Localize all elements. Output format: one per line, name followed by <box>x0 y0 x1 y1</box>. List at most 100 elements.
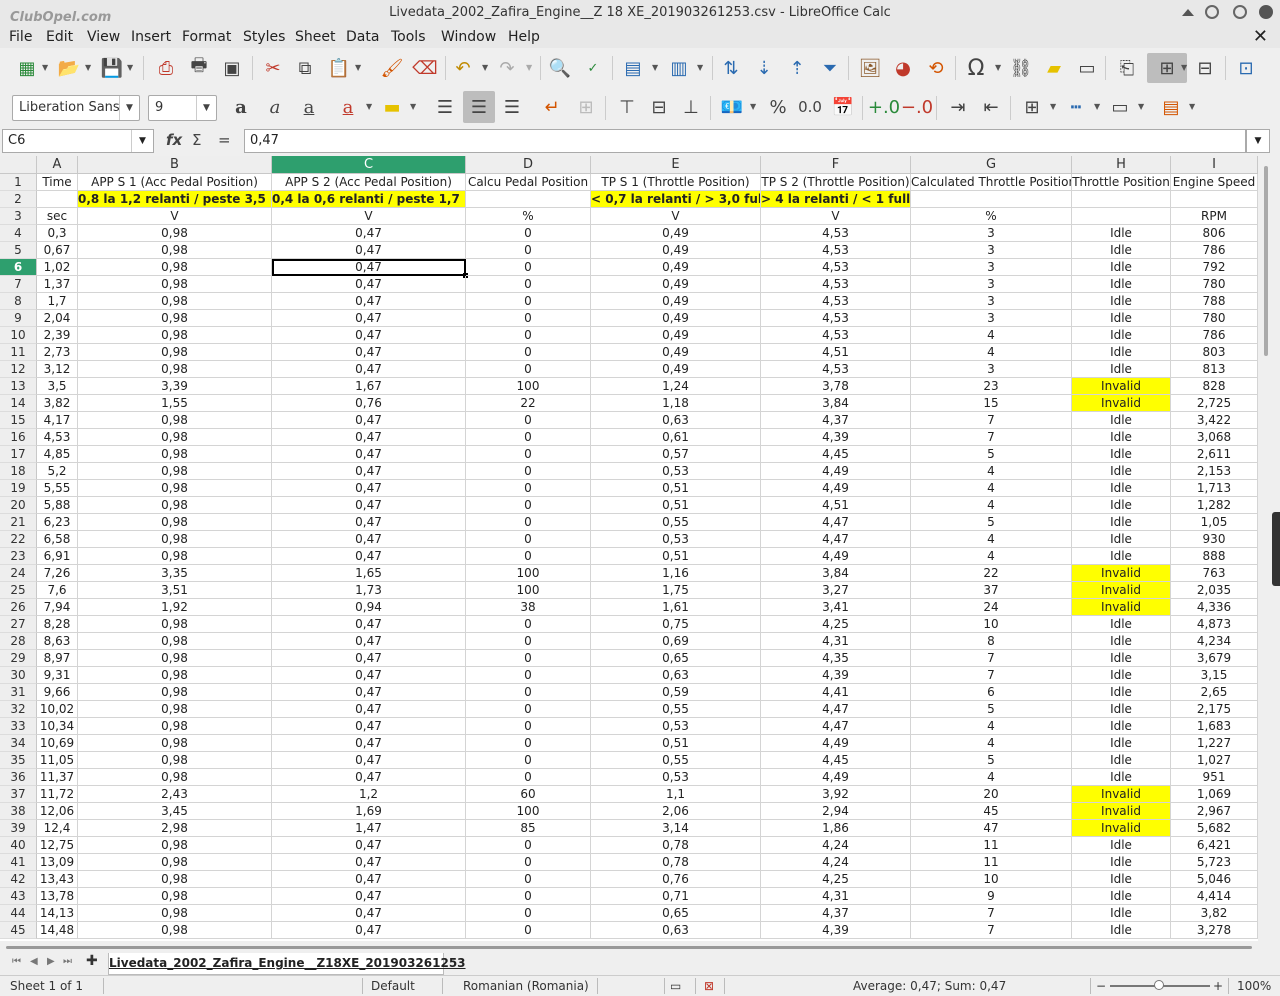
cell-g32[interactable]: 5 <box>911 701 1072 718</box>
cell-b20[interactable]: 0,98 <box>78 497 272 514</box>
row-header-30[interactable]: 30 <box>0 667 37 684</box>
cell-f18[interactable]: 4,49 <box>761 463 911 480</box>
cell-h22[interactable]: Idle <box>1072 531 1171 548</box>
chevron-down-icon[interactable]: ▼ <box>526 63 532 72</box>
cell-h37[interactable]: Invalid <box>1072 786 1171 803</box>
cell-a23[interactable]: 6,91 <box>37 548 78 565</box>
undo-icon[interactable]: ↶ <box>450 55 476 81</box>
autofilter-icon[interactable]: ⏷ <box>817 55 843 81</box>
cell-a36[interactable]: 11,37 <box>37 769 78 786</box>
cell-e18[interactable]: 0,53 <box>591 463 761 480</box>
cell-f28[interactable]: 4,31 <box>761 633 911 650</box>
chevron-down-icon[interactable]: ▼ <box>1094 102 1100 111</box>
cell-g3[interactable]: % <box>911 208 1072 225</box>
cell-e6[interactable]: 0,49 <box>591 259 761 276</box>
cell-b26[interactable]: 1,92 <box>78 599 272 616</box>
row-header-32[interactable]: 32 <box>0 701 37 718</box>
row-header-1[interactable]: 1 <box>0 174 37 191</box>
insert-chart-icon[interactable]: ◕ <box>890 55 916 81</box>
chevron-down-icon[interactable]: ▼ <box>355 63 361 72</box>
cell-c44[interactable]: 0,47 <box>272 905 466 922</box>
menu-file[interactable]: File <box>9 29 32 45</box>
cell-e22[interactable]: 0,53 <box>591 531 761 548</box>
cell-d14[interactable]: 22 <box>466 395 591 412</box>
cell-f45[interactable]: 4,39 <box>761 922 911 939</box>
cell-a40[interactable]: 12,75 <box>37 837 78 854</box>
cell-f23[interactable]: 4,49 <box>761 548 911 565</box>
comment-icon[interactable]: ▰ <box>1041 55 1067 81</box>
cell-f11[interactable]: 4,51 <box>761 344 911 361</box>
row-header-12[interactable]: 12 <box>0 361 37 378</box>
cell-b21[interactable]: 0,98 <box>78 514 272 531</box>
cell-f25[interactable]: 3,27 <box>761 582 911 599</box>
vertical-scroll-thumb[interactable] <box>1264 166 1268 356</box>
cell-g13[interactable]: 23 <box>911 378 1072 395</box>
cell-c7[interactable]: 0,47 <box>272 276 466 293</box>
copy-icon[interactable]: ⧉ <box>292 55 318 81</box>
cell-h4[interactable]: Idle <box>1072 225 1171 242</box>
cell-f16[interactable]: 4,39 <box>761 429 911 446</box>
chevron-down-icon[interactable]: ▼ <box>366 102 372 111</box>
row-header-44[interactable]: 44 <box>0 905 37 922</box>
column-header-b[interactable]: B <box>78 156 272 174</box>
cell-a14[interactable]: 3,82 <box>37 395 78 412</box>
font-name-combo[interactable]: Liberation Sans ▼ <box>12 95 140 121</box>
cell-g18[interactable]: 4 <box>911 463 1072 480</box>
cell-h45[interactable]: Idle <box>1072 922 1171 939</box>
align-top-icon[interactable]: ⊤ <box>614 94 640 120</box>
border-style-icon[interactable]: ┅ <box>1063 94 1089 120</box>
cell-h30[interactable]: Idle <box>1072 667 1171 684</box>
cell-g33[interactable]: 4 <box>911 718 1072 735</box>
cell-h25[interactable]: Invalid <box>1072 582 1171 599</box>
cell-d15[interactable]: 0 <box>466 412 591 429</box>
cell-a45[interactable]: 14,48 <box>37 922 78 939</box>
cell-b40[interactable]: 0,98 <box>78 837 272 854</box>
special-character-icon[interactable]: Ω <box>963 55 989 81</box>
cell-h17[interactable]: Idle <box>1072 446 1171 463</box>
row-header-33[interactable]: 33 <box>0 718 37 735</box>
cell-e16[interactable]: 0,61 <box>591 429 761 446</box>
cell-a12[interactable]: 3,12 <box>37 361 78 378</box>
cell-f12[interactable]: 4,53 <box>761 361 911 378</box>
cell-i34[interactable]: 1,227 <box>1171 735 1258 752</box>
chevron-down-icon[interactable]: ▼ <box>131 130 153 152</box>
horizontal-scroll-thumb[interactable] <box>6 946 1252 949</box>
column-header-f[interactable]: F <box>761 156 911 174</box>
chevron-down-icon[interactable]: ▼ <box>119 96 139 120</box>
cell-g39[interactable]: 47 <box>911 820 1072 837</box>
cell-a25[interactable]: 7,6 <box>37 582 78 599</box>
cell-i11[interactable]: 803 <box>1171 344 1258 361</box>
cell-c21[interactable]: 0,47 <box>272 514 466 531</box>
cell-c14[interactable]: 0,76 <box>272 395 466 412</box>
cell-c37[interactable]: 1,2 <box>272 786 466 803</box>
cell-c35[interactable]: 0,47 <box>272 752 466 769</box>
menu-styles[interactable]: Styles <box>243 29 285 45</box>
cell-d43[interactable]: 0 <box>466 888 591 905</box>
cell-h18[interactable]: Idle <box>1072 463 1171 480</box>
cell-g21[interactable]: 5 <box>911 514 1072 531</box>
cell-e38[interactable]: 2,06 <box>591 803 761 820</box>
sidebar-toggle[interactable] <box>1272 512 1280 586</box>
cell-i18[interactable]: 2,153 <box>1171 463 1258 480</box>
maximize-button[interactable] <box>1233 5 1247 19</box>
row-header-8[interactable]: 8 <box>0 293 37 310</box>
cell-g19[interactable]: 4 <box>911 480 1072 497</box>
cell-a5[interactable]: 0,67 <box>37 242 78 259</box>
cell-c26[interactable]: 0,94 <box>272 599 466 616</box>
row-header-26[interactable]: 26 <box>0 599 37 616</box>
cell-d28[interactable]: 0 <box>466 633 591 650</box>
cell-e9[interactable]: 0,49 <box>591 310 761 327</box>
cell-d21[interactable]: 0 <box>466 514 591 531</box>
cell-b38[interactable]: 3,45 <box>78 803 272 820</box>
cell-i16[interactable]: 3,068 <box>1171 429 1258 446</box>
row-header-39[interactable]: 39 <box>0 820 37 837</box>
cell-d6[interactable]: 0 <box>466 259 591 276</box>
number-format-icon[interactable]: 0.0 <box>797 94 823 120</box>
first-sheet-icon[interactable]: ⏮ <box>12 956 21 967</box>
cell-a33[interactable]: 10,34 <box>37 718 78 735</box>
cell-c25[interactable]: 1,73 <box>272 582 466 599</box>
cell-i26[interactable]: 4,336 <box>1171 599 1258 616</box>
cell-c10[interactable]: 0,47 <box>272 327 466 344</box>
cell-h15[interactable]: Idle <box>1072 412 1171 429</box>
row-header-37[interactable]: 37 <box>0 786 37 803</box>
